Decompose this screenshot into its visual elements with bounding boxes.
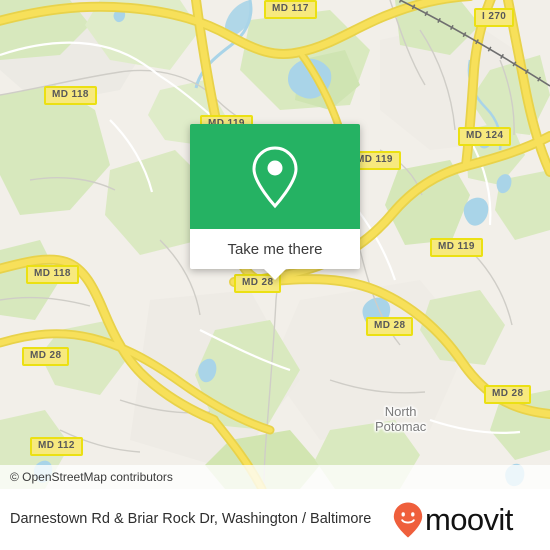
moovit-wordmark: moovit	[425, 502, 513, 537]
road-shield: I 270	[474, 8, 515, 27]
moovit-brand[interactable]: moovit	[393, 502, 513, 538]
moovit-station-map-screen: MD 117I 270MD 118MD 119MD 124MD 119MD 11…	[0, 0, 550, 550]
road-shield: MD 112	[30, 437, 83, 456]
road-shield: MD 28	[366, 317, 414, 336]
moovit-smiley-pin-icon	[393, 502, 423, 537]
road-shield: MD 117	[264, 0, 317, 19]
road-shield: MD 118	[44, 86, 97, 105]
openstreetmap-attribution[interactable]: © OpenStreetMap contributors	[0, 470, 173, 484]
station-popup-card[interactable]: Take me there	[190, 124, 360, 280]
popup-header	[190, 124, 360, 229]
map-attribution-bar: © OpenStreetMap contributors	[0, 465, 550, 489]
map-canvas[interactable]: MD 117I 270MD 118MD 119MD 124MD 119MD 11…	[0, 0, 550, 489]
place-label: North Potomac	[375, 404, 427, 434]
road-shield: MD 28	[484, 385, 532, 404]
popup-action-bar[interactable]: Take me there	[190, 229, 360, 280]
take-me-there-label: Take me there	[227, 240, 323, 258]
station-title: Darnestown Rd & Briar Rock Dr, Washingto…	[10, 511, 372, 527]
road-shield: MD 28	[22, 347, 70, 366]
road-shield: MD 118	[26, 265, 79, 284]
map-pin-icon	[252, 145, 298, 208]
road-shield: MD 119	[430, 238, 483, 257]
footer-bar: Darnestown Rd & Briar Rock Dr, Washingto…	[0, 489, 550, 550]
road-shield: MD 124	[458, 127, 512, 146]
popup-tail	[264, 269, 286, 280]
